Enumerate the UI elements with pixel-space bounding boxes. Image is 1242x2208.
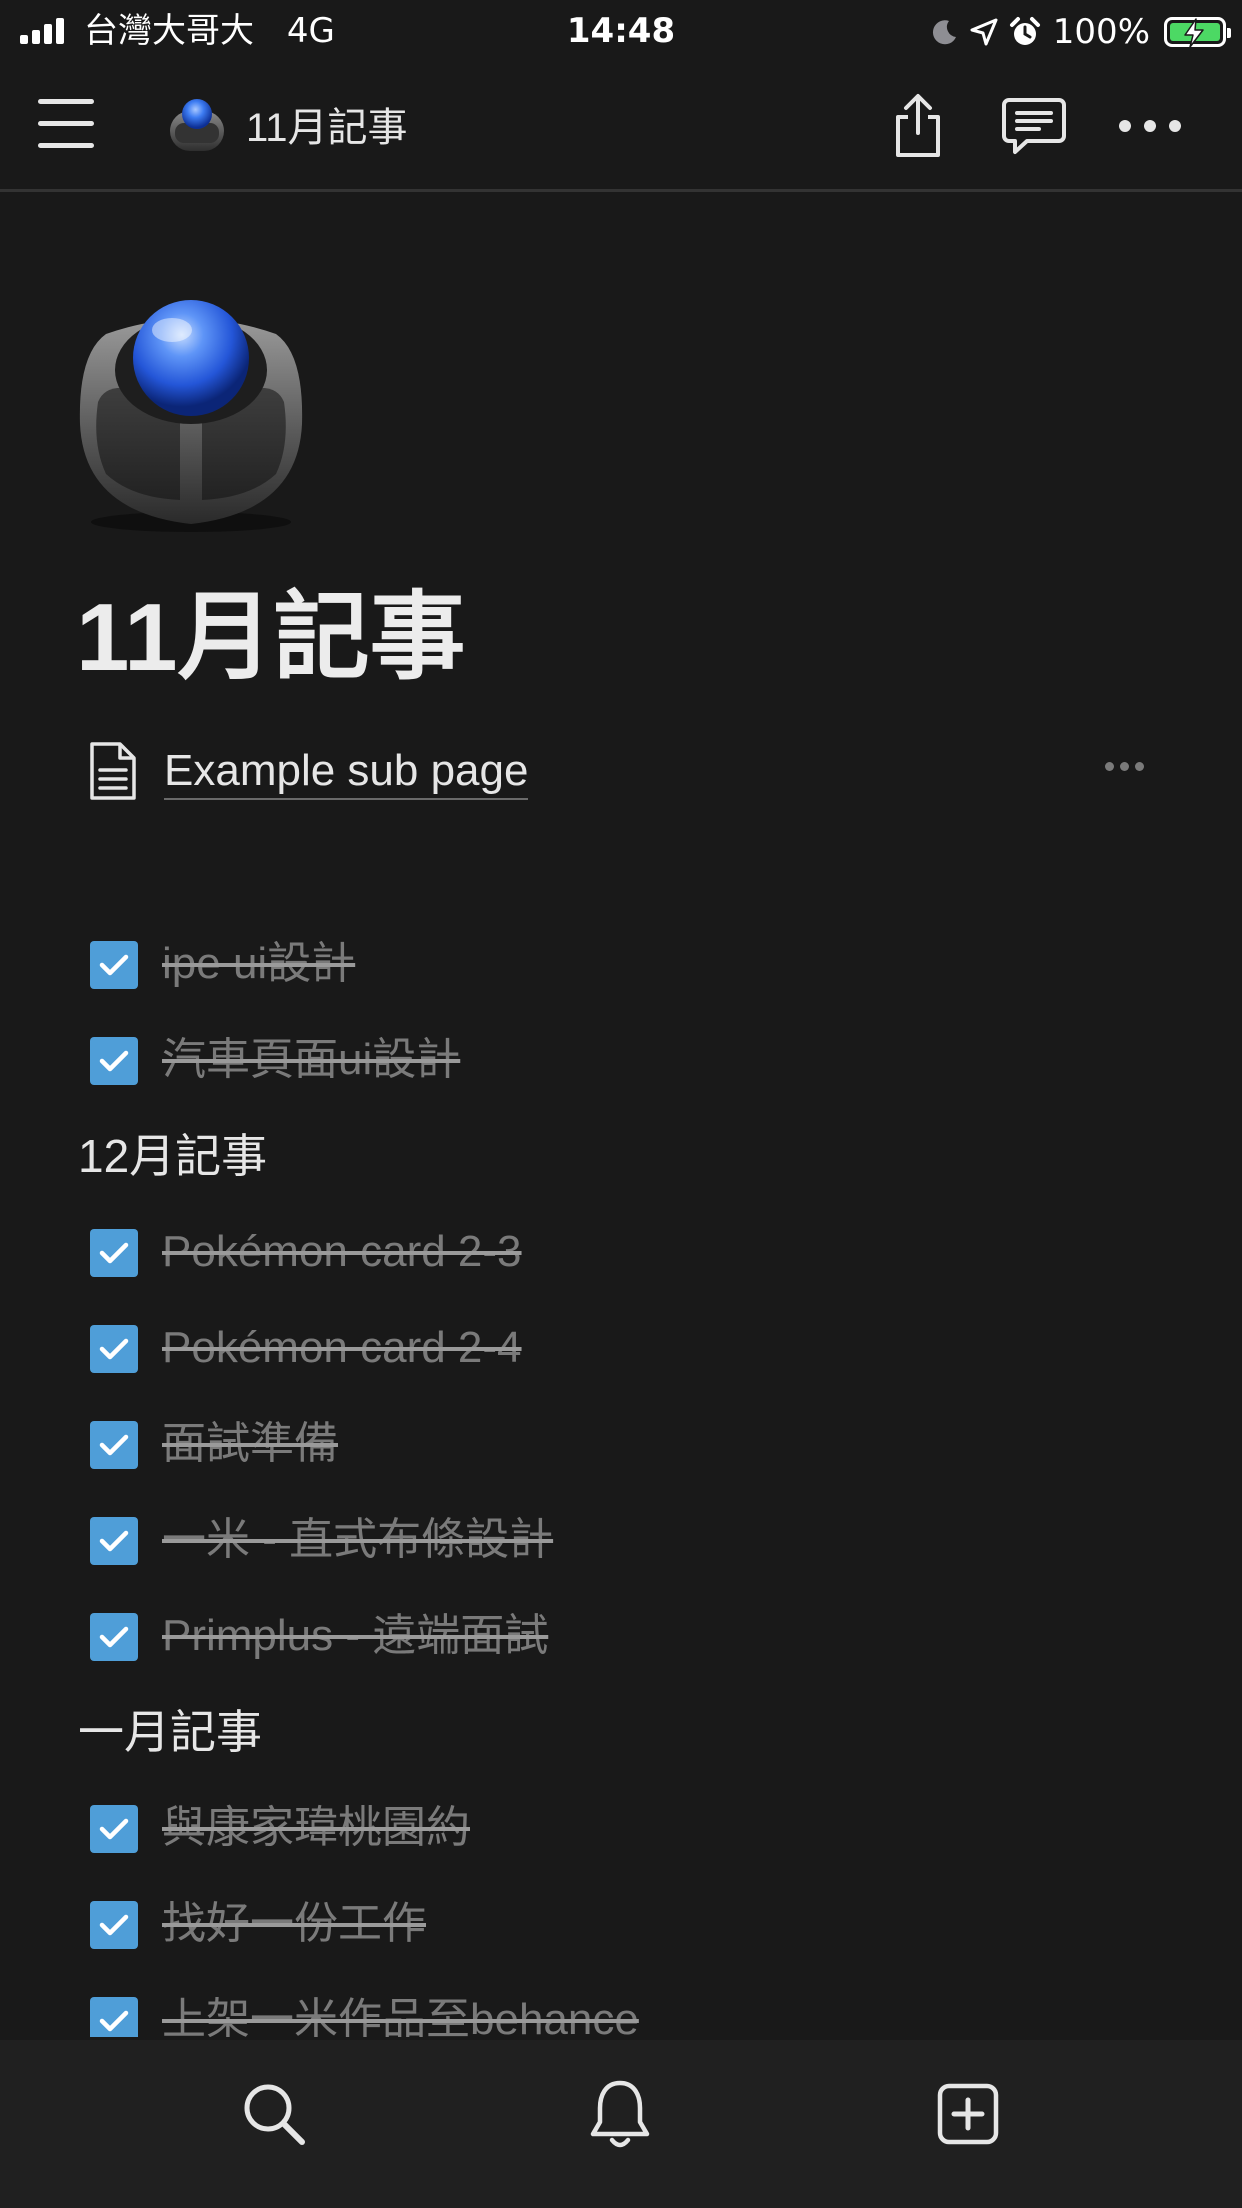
todo-item: 上架一米作品至behance bbox=[78, 1973, 1168, 2037]
todo-text[interactable]: 上架一米作品至behance bbox=[162, 1990, 639, 2037]
todo-checkbox[interactable] bbox=[90, 1997, 138, 2037]
alarm-clock-icon bbox=[1009, 17, 1040, 45]
todo-item: Pokémon card 2-4 bbox=[78, 1301, 1168, 1397]
notifications-button[interactable] bbox=[570, 2064, 670, 2164]
page-title: 11月記事 bbox=[76, 584, 466, 691]
status-indicators: 100% bbox=[929, 10, 1231, 54]
search-button[interactable] bbox=[224, 2064, 324, 2164]
subpage-link[interactable]: Example sub page bbox=[164, 744, 529, 800]
todo-item: 汽車頁面ui設計 bbox=[78, 1013, 1168, 1109]
battery-percent: 100% bbox=[1052, 12, 1150, 52]
todo-checkbox[interactable] bbox=[90, 1901, 138, 1949]
todo-item: 一米 - 直式布條設計 bbox=[78, 1493, 1168, 1589]
todo-item: Pokémon card 2-3 bbox=[78, 1205, 1168, 1301]
todo-text[interactable]: 與康家瑋桃園約 bbox=[162, 1798, 470, 1858]
subpage-row[interactable]: Example sub page bbox=[88, 740, 1162, 804]
location-arrow-icon bbox=[970, 18, 998, 46]
breadcrumb[interactable]: 11月記事 bbox=[166, 92, 408, 156]
todo-checkbox[interactable] bbox=[90, 941, 138, 989]
more-options-button[interactable] bbox=[1110, 86, 1190, 166]
top-navigation-bar: 11月記事 bbox=[0, 62, 1242, 192]
check-icon bbox=[99, 954, 129, 976]
menu-icon[interactable] bbox=[38, 99, 94, 149]
todo-text[interactable]: Primplus - 遠端面試 bbox=[162, 1606, 548, 1666]
bell-icon bbox=[590, 2080, 650, 2148]
new-page-button[interactable] bbox=[918, 2064, 1018, 2164]
todo-item: 找好一份工作 bbox=[78, 1877, 1168, 1973]
todo-text[interactable]: 找好一份工作 bbox=[162, 1894, 426, 1954]
block-list: ipe ui設計汽車頁面ui設計 12月記事 Pokémon card 2-3 Pok… bbox=[78, 917, 1168, 2037]
check-icon bbox=[99, 1818, 129, 1840]
moon-icon bbox=[932, 20, 956, 45]
check-icon bbox=[99, 1050, 129, 1072]
check-icon bbox=[99, 2010, 129, 2032]
todo-checkbox[interactable] bbox=[90, 1613, 138, 1661]
check-icon bbox=[99, 1626, 129, 1648]
nav-page-title: 11月記事 bbox=[246, 106, 408, 150]
todo-item: 與康家瑋桃園約 bbox=[78, 1781, 1168, 1877]
todo-item: ipe ui設計 bbox=[78, 917, 1168, 1013]
check-icon bbox=[99, 1338, 129, 1360]
todo-checkbox[interactable] bbox=[90, 1805, 138, 1853]
share-icon bbox=[896, 94, 940, 157]
check-icon bbox=[99, 1434, 129, 1456]
trackball-icon bbox=[170, 99, 224, 151]
todo-checkbox[interactable] bbox=[90, 1421, 138, 1469]
todo-text[interactable]: ipe ui設計 bbox=[162, 934, 355, 994]
check-icon bbox=[99, 1530, 129, 1552]
check-icon bbox=[99, 1242, 129, 1264]
todo-text[interactable]: 面試準備 bbox=[162, 1414, 338, 1474]
search-icon bbox=[244, 2084, 305, 2145]
todo-checkbox[interactable] bbox=[90, 1325, 138, 1373]
document-icon bbox=[90, 742, 136, 800]
heading-text[interactable]: 12月記事 bbox=[78, 1126, 267, 1186]
comment-button[interactable] bbox=[994, 86, 1074, 166]
heading-text[interactable]: 一月記事 bbox=[78, 1702, 262, 1762]
battery-charging-icon bbox=[1164, 17, 1231, 48]
share-button[interactable] bbox=[878, 86, 958, 166]
todo-checkbox[interactable] bbox=[90, 1037, 138, 1085]
todo-item: 面試準備 bbox=[78, 1397, 1168, 1493]
page-icon[interactable] bbox=[76, 294, 306, 539]
todo-text[interactable]: Pokémon card 2-4 bbox=[162, 1318, 522, 1378]
section-heading: 12月記事 bbox=[78, 1109, 1168, 1205]
more-icon bbox=[1119, 120, 1181, 132]
comment-icon bbox=[1002, 98, 1066, 154]
todo-text[interactable]: 一米 - 直式布條設計 bbox=[162, 1510, 553, 1570]
status-bar: 台灣大哥大 4G 14:48 100% bbox=[0, 0, 1242, 62]
todo-checkbox[interactable] bbox=[90, 1517, 138, 1565]
todo-text[interactable]: 汽車頁面ui設計 bbox=[162, 1030, 460, 1090]
subpage-more-icon[interactable] bbox=[1105, 762, 1144, 771]
add-page-icon bbox=[937, 2083, 999, 2145]
trackball-icon bbox=[79, 300, 303, 532]
todo-text[interactable]: Pokémon card 2-3 bbox=[162, 1222, 522, 1282]
bottom-tab-bar bbox=[0, 2040, 1242, 2208]
todo-checkbox[interactable] bbox=[90, 1229, 138, 1277]
check-icon bbox=[99, 1914, 129, 1936]
todo-item: Primplus - 遠端面試 bbox=[78, 1589, 1168, 1685]
section-heading: 一月記事 bbox=[78, 1685, 1168, 1781]
